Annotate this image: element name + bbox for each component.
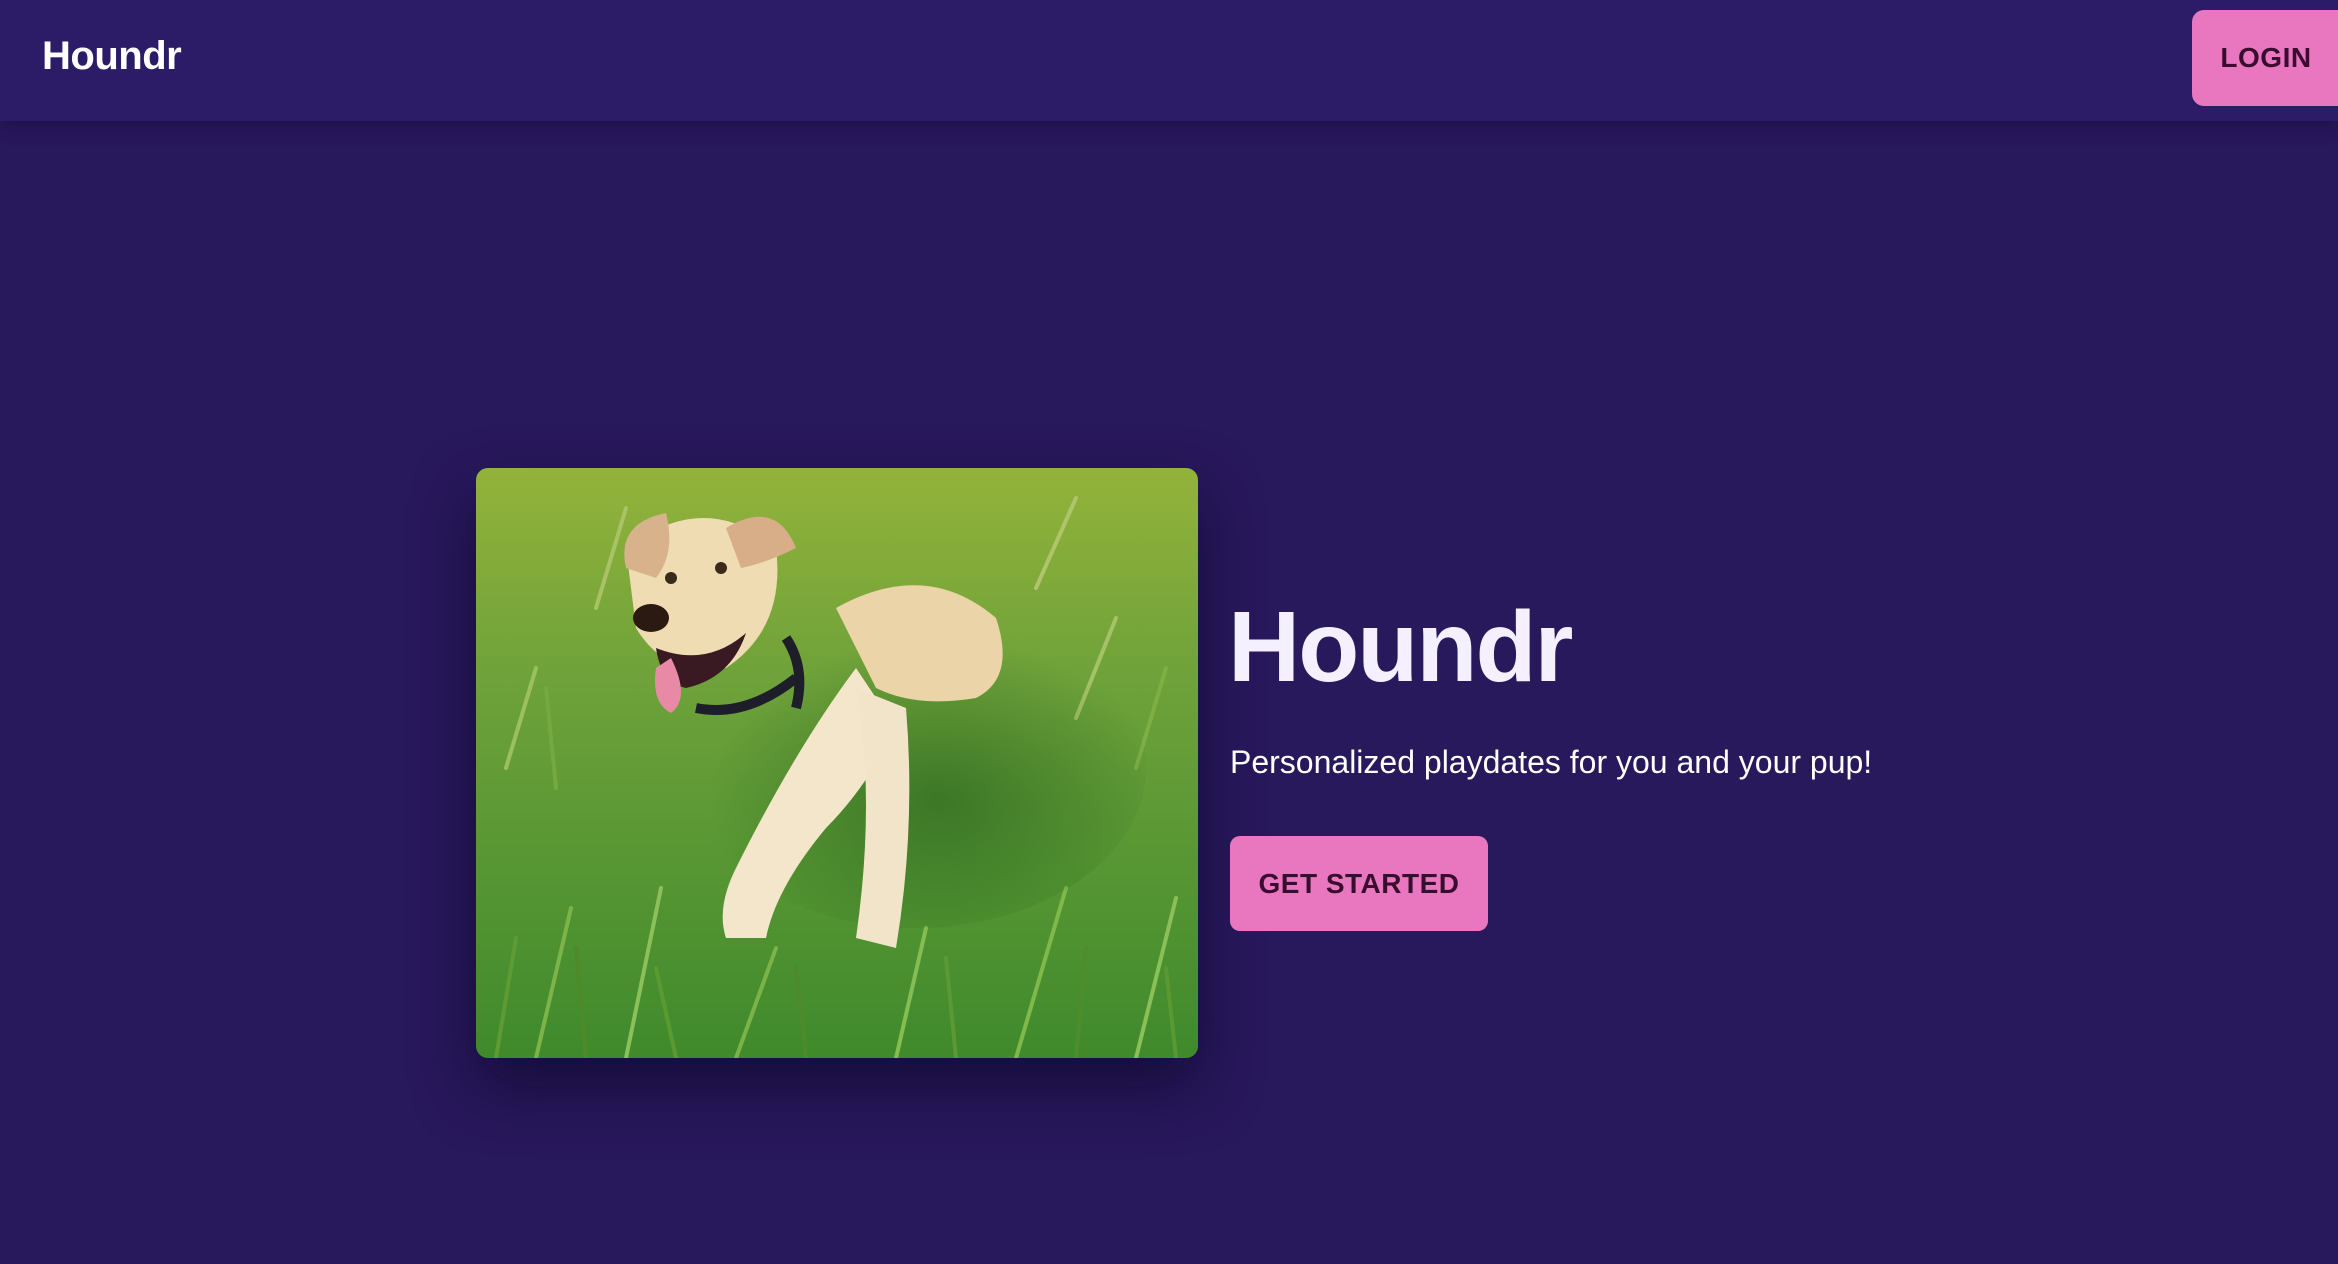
dog-in-grass-illustration bbox=[476, 468, 1198, 1058]
get-started-button[interactable]: GET STARTED bbox=[1230, 836, 1488, 931]
dog-photo bbox=[476, 468, 1198, 1058]
top-navbar: Houndr LOGIN bbox=[0, 0, 2338, 121]
hero-subtitle: Personalized playdates for you and your … bbox=[1230, 744, 1873, 780]
brand-logo-text[interactable]: Houndr bbox=[42, 34, 182, 79]
login-button[interactable]: LOGIN bbox=[2192, 10, 2338, 106]
hero-title: Houndr bbox=[1228, 591, 1573, 703]
